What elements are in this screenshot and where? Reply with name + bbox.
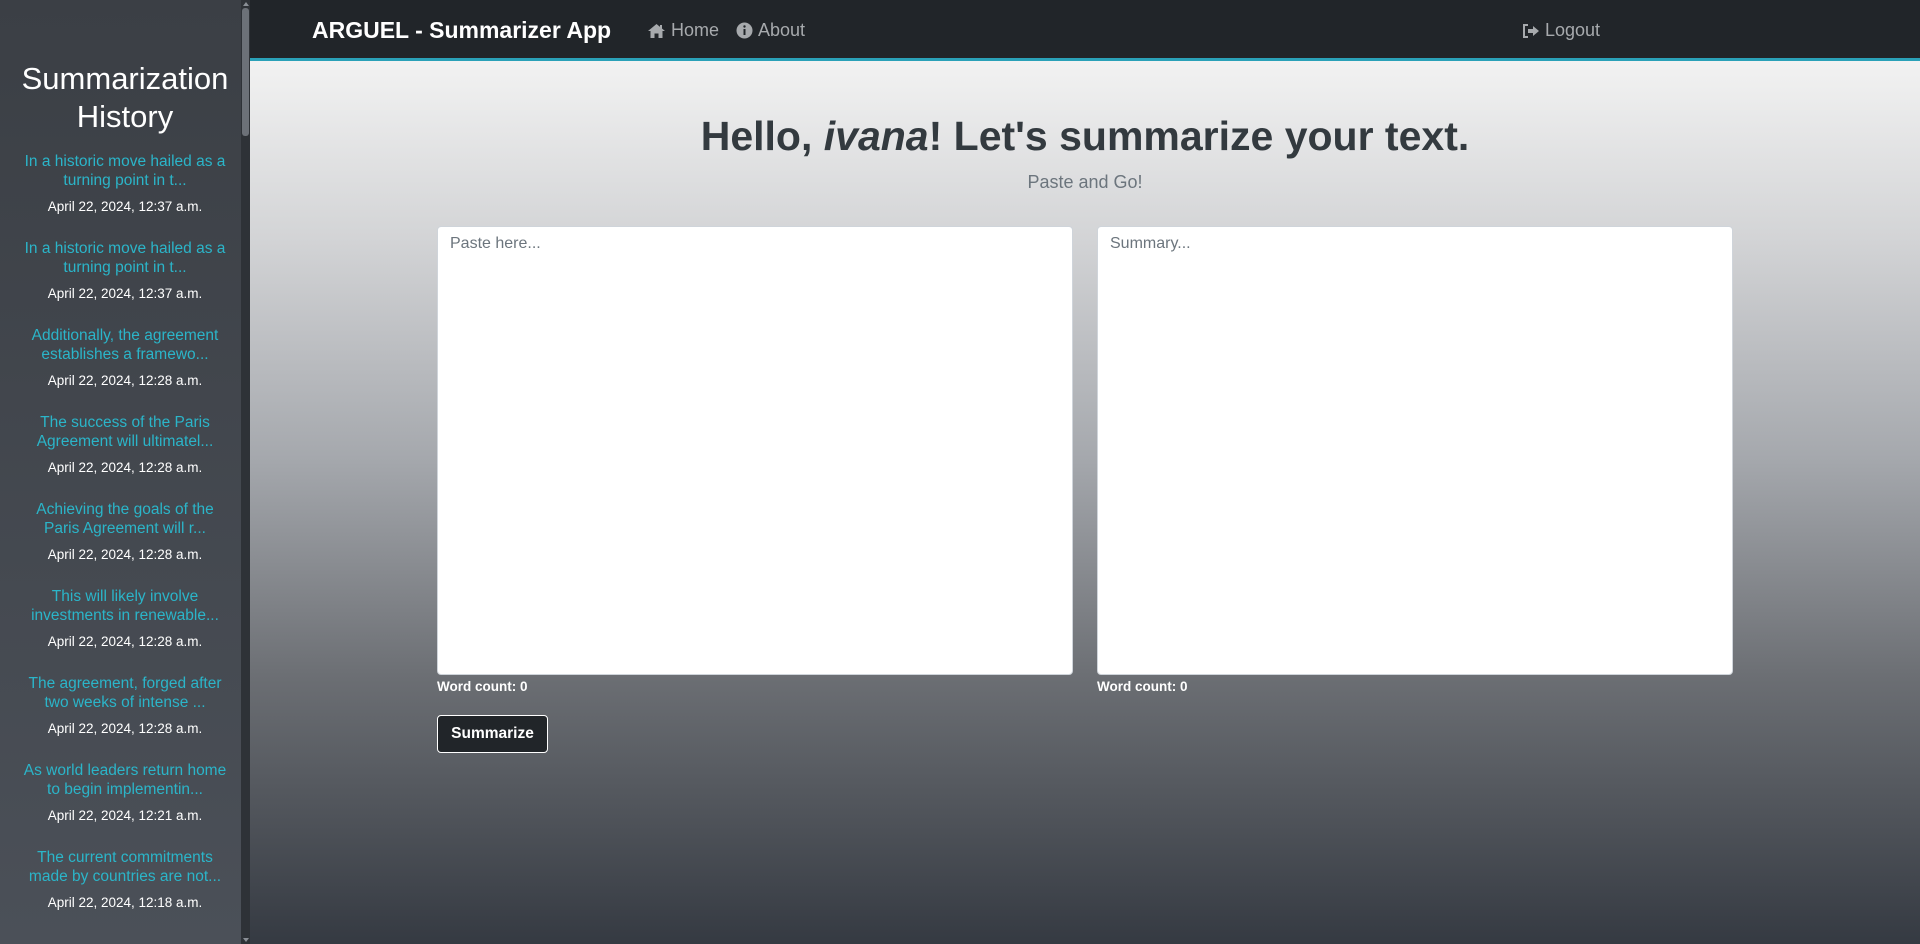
top-navbar: ARGUEL - Summarizer App Home About Logou… bbox=[250, 0, 1920, 61]
app-brand[interactable]: ARGUEL - Summarizer App bbox=[312, 17, 611, 44]
summarize-button[interactable]: Summarize bbox=[437, 715, 548, 753]
username: ivana bbox=[823, 113, 929, 159]
page-title: Hello, ivana! Let's summarize your text. bbox=[250, 113, 1920, 160]
scroll-up-icon[interactable] bbox=[243, 2, 249, 6]
sidebar-scrollbar[interactable] bbox=[241, 0, 250, 944]
history-item-date: April 22, 2024, 12:28 a.m. bbox=[47, 634, 203, 649]
history-item-date: April 22, 2024, 12:28 a.m. bbox=[47, 721, 203, 736]
history-item-link[interactable]: In a historic move hailed as a turning p… bbox=[18, 239, 233, 277]
nav-logout-label: Logout bbox=[1545, 20, 1601, 40]
sidebar-title-line1: Summarization bbox=[21, 61, 229, 96]
page-subtitle: Paste and Go! bbox=[1027, 172, 1143, 192]
history-item-date: April 22, 2024, 12:37 a.m. bbox=[47, 286, 203, 301]
scroll-down-icon[interactable] bbox=[243, 938, 249, 942]
sidebar-title: Summarization History bbox=[0, 60, 250, 136]
nav-about-label: About bbox=[758, 20, 806, 40]
history-item: In a historic move hailed as a turning p… bbox=[0, 239, 250, 326]
history-item-date: April 22, 2024, 12:28 a.m. bbox=[47, 547, 203, 562]
history-item-link[interactable]: Achieving the goals of the Paris Agreeme… bbox=[18, 500, 233, 538]
history-item-date: April 22, 2024, 12:21 a.m. bbox=[47, 808, 203, 823]
input-textarea[interactable] bbox=[437, 226, 1073, 675]
history-item: In a historic move hailed as a turning p… bbox=[0, 152, 250, 239]
history-item: The agreement, forged after two weeks of… bbox=[0, 674, 250, 761]
history-item-date: April 22, 2024, 12:37 a.m. bbox=[47, 199, 203, 214]
summary-textarea[interactable] bbox=[1097, 226, 1733, 675]
history-item: Achieving the goals of the Paris Agreeme… bbox=[0, 500, 250, 587]
history-item-link[interactable]: As world leaders return home to begin im… bbox=[18, 761, 233, 799]
history-item-date: April 22, 2024, 12:28 a.m. bbox=[47, 460, 203, 475]
greeting-suffix: ! Let's summarize your text. bbox=[928, 113, 1470, 159]
nav-about-link[interactable]: About bbox=[736, 20, 805, 41]
history-item: The success of the Paris Agreement will … bbox=[0, 413, 250, 500]
history-item: The current commitments made by countrie… bbox=[0, 848, 250, 935]
sidebar-title-line2: History bbox=[76, 99, 174, 134]
history-item-link[interactable]: The success of the Paris Agreement will … bbox=[18, 413, 233, 451]
home-icon bbox=[648, 23, 665, 38]
history-item-date: April 22, 2024, 12:28 a.m. bbox=[47, 373, 203, 388]
nav-home-link[interactable]: Home bbox=[647, 20, 719, 41]
input-word-count: Word count: 0 bbox=[437, 679, 528, 694]
history-item-link[interactable]: The current commitments made by countrie… bbox=[18, 848, 233, 886]
main-content: Hello, ivana! Let's summarize your text.… bbox=[250, 61, 1920, 944]
history-item-date: April 22, 2024, 12:18 a.m. bbox=[47, 895, 203, 910]
history-item-link[interactable]: In a historic move hailed as a turning p… bbox=[18, 152, 233, 190]
info-icon bbox=[736, 22, 753, 39]
history-sidebar: Summarization History In a historic move… bbox=[0, 0, 250, 944]
history-item-link[interactable]: This will likely involve investments in … bbox=[18, 587, 233, 625]
history-item: Additionally, the agreement establishes … bbox=[0, 326, 250, 413]
nav-logout-link[interactable]: Logout bbox=[1522, 20, 1600, 41]
history-item-link[interactable]: The agreement, forged after two weeks of… bbox=[18, 674, 233, 712]
history-item: This will likely involve investments in … bbox=[0, 587, 250, 674]
history-list: In a historic move hailed as a turning p… bbox=[0, 152, 250, 935]
history-item-link[interactable]: Additionally, the agreement establishes … bbox=[18, 326, 233, 364]
greeting-prefix: Hello, bbox=[700, 113, 824, 159]
history-item: As world leaders return home to begin im… bbox=[0, 761, 250, 848]
summary-word-count: Word count: 0 bbox=[1097, 679, 1188, 694]
scrollbar-thumb[interactable] bbox=[242, 8, 249, 136]
logout-icon bbox=[1523, 23, 1539, 38]
nav-home-label: Home bbox=[671, 20, 720, 40]
